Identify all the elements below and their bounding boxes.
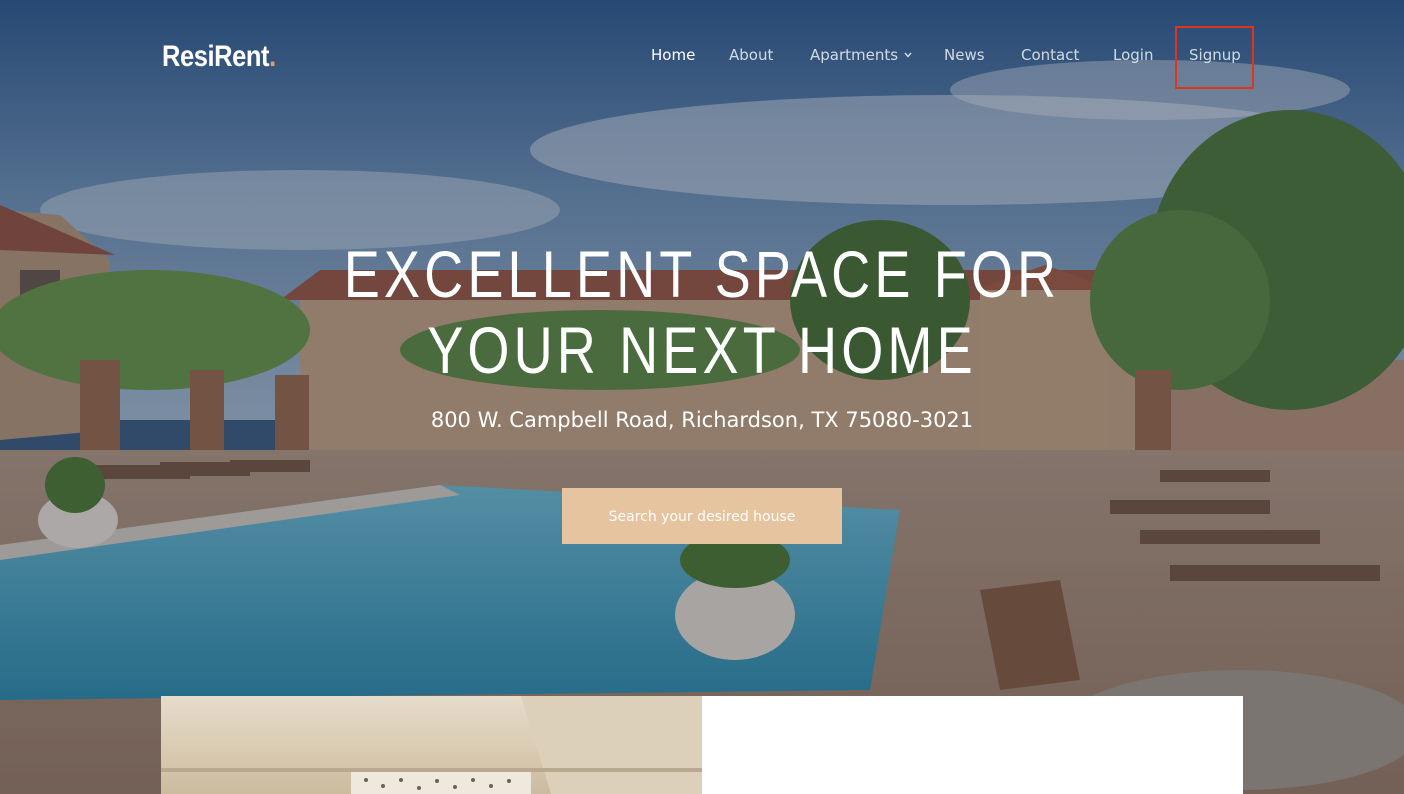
- hero-headline-line2: YOUR NEXT HOME: [427, 313, 977, 387]
- nav-item-login[interactable]: Login: [1113, 46, 1153, 64]
- nav-item-apartments-label: Apartments: [810, 46, 899, 64]
- hero-dark-overlay: [0, 0, 1404, 794]
- nav-item-contact[interactable]: Contact: [1021, 46, 1079, 64]
- chevron-down-icon: [904, 52, 912, 58]
- nav-item-apartments[interactable]: Apartments: [810, 46, 912, 64]
- featured-info-card: [702, 696, 1243, 794]
- hero-address: 800 W. Campbell Road, Richardson, TX 750…: [430, 408, 974, 432]
- nav-item-home[interactable]: Home: [651, 46, 695, 64]
- top-navbar: ResiRent. Home About Apartments News Con…: [0, 0, 1404, 116]
- nav-item-about[interactable]: About: [729, 46, 773, 64]
- room-image-graphic: [161, 696, 702, 794]
- signup-highlight-box: [1175, 26, 1254, 89]
- hero-section: ResiRent. Home About Apartments News Con…: [0, 0, 1404, 794]
- hero-headline-line1: EXCELLENT SPACE FOR: [343, 237, 1061, 311]
- hero-headline: EXCELLENT SPACE FOR YOUR NEXT HOME: [0, 236, 1404, 388]
- nav-item-news[interactable]: News: [944, 46, 985, 64]
- search-house-button[interactable]: Search your desired house: [562, 488, 842, 544]
- featured-room-image: [161, 696, 702, 794]
